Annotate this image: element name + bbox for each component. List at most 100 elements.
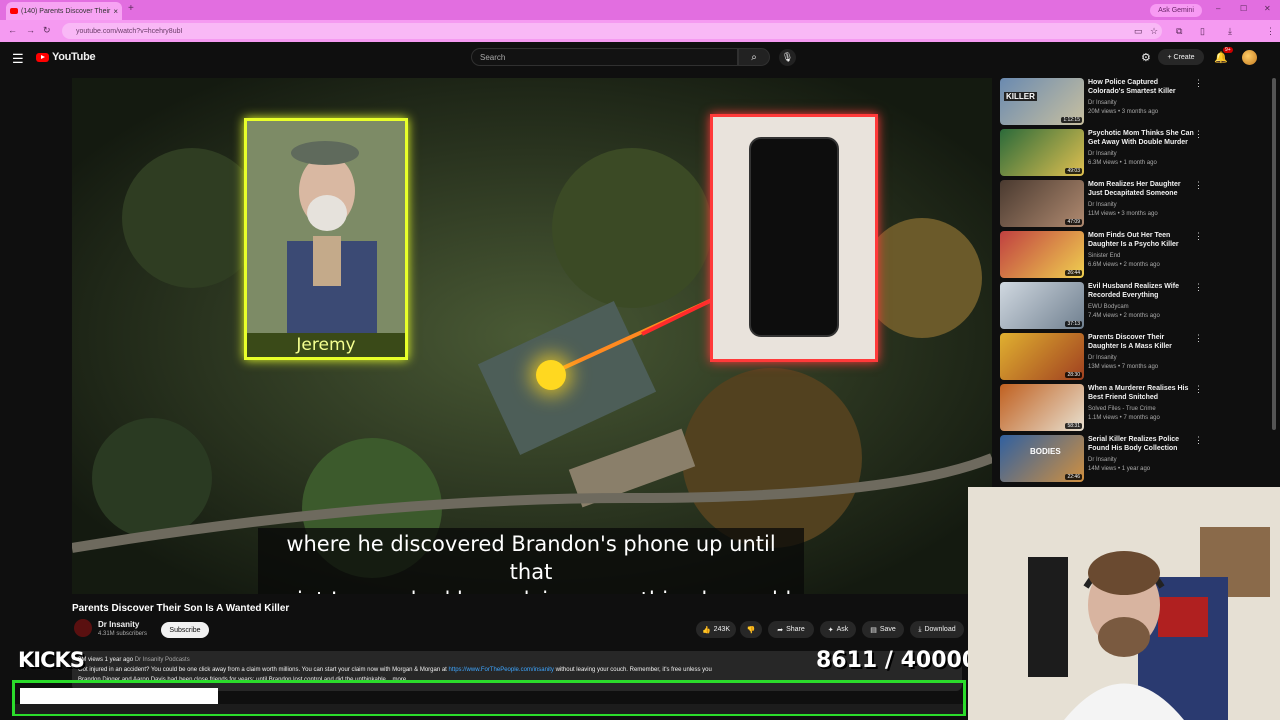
youtube-logo[interactable]: YouTube bbox=[36, 51, 96, 63]
youtube-play-icon bbox=[36, 52, 49, 62]
recommendation-meta: 11M views • 3 months ago bbox=[1088, 211, 1158, 217]
save-button[interactable]: ▤ Save bbox=[862, 621, 904, 638]
recommendation-item[interactable]: 58:31 When a Murderer Realises His Best … bbox=[1000, 384, 1210, 432]
video-duration: 58:31 bbox=[1065, 423, 1082, 429]
bookmark-star-icon[interactable]: ☆ bbox=[1150, 26, 1158, 37]
description-tags[interactable]: Dr Insanity Podcasts bbox=[135, 657, 190, 663]
page-scrollbar[interactable] bbox=[1272, 78, 1276, 430]
share-label: Share bbox=[786, 626, 805, 633]
download-button[interactable]: ⤓ Download bbox=[910, 621, 964, 638]
recommendation-channel[interactable]: Dr Insanity bbox=[1088, 100, 1117, 106]
recommendation-item[interactable]: KILLER 1:12:15 How Police Captured Color… bbox=[1000, 78, 1210, 126]
account-avatar[interactable] bbox=[1242, 50, 1257, 65]
recommendation-channel[interactable]: Dr Insanity bbox=[1088, 151, 1117, 157]
menu-icon[interactable]: ☰ bbox=[12, 51, 24, 67]
view-stats: 2M views 1 year ago bbox=[78, 657, 134, 663]
search-icon[interactable]: ⌕ bbox=[738, 48, 770, 66]
video-thumbnail[interactable]: BODIES 22:46 bbox=[1000, 435, 1084, 482]
extensions-icon[interactable]: ⧉ bbox=[1176, 26, 1182, 37]
video-duration: 47:09 bbox=[1065, 219, 1082, 225]
more-options-icon[interactable]: ⋮ bbox=[1194, 231, 1203, 242]
sidepanel-icon[interactable]: ▯ bbox=[1200, 26, 1205, 37]
dislike-button[interactable]: 👎 bbox=[740, 621, 762, 638]
thumbnail-text: KILLER bbox=[1004, 92, 1037, 101]
recommendation-channel[interactable]: Sinister End bbox=[1088, 253, 1120, 259]
video-thumbnail[interactable]: 47:09 bbox=[1000, 180, 1084, 227]
tab-close-icon[interactable]: × bbox=[113, 7, 118, 16]
search-input[interactable]: Search bbox=[471, 48, 738, 66]
youtube-favicon-icon bbox=[10, 8, 18, 14]
video-thumbnail[interactable]: 58:31 bbox=[1000, 384, 1084, 431]
create-label: Create bbox=[1173, 53, 1195, 61]
video-thumbnail[interactable]: KILLER 1:12:15 bbox=[1000, 78, 1084, 125]
description-line-1: Got injured in an accident? You could be… bbox=[78, 667, 447, 673]
minimize-icon[interactable]: – bbox=[1216, 4, 1220, 13]
recommendation-meta: 6.3M views • 1 month ago bbox=[1088, 160, 1157, 166]
share-icon: ➦ bbox=[777, 626, 784, 634]
settings-gear-icon[interactable]: ⚙ bbox=[1141, 51, 1151, 64]
recommendation-channel[interactable]: EWU Bodycam bbox=[1088, 304, 1129, 310]
recommendation-title[interactable]: How Police Captured Colorado's Smartest … bbox=[1088, 78, 1196, 96]
maximize-icon[interactable]: ☐ bbox=[1240, 4, 1247, 13]
recommendation-item[interactable]: 47:09 Mom Realizes Her Daughter Just Dec… bbox=[1000, 180, 1210, 228]
recommendation-meta: 20M views • 3 months ago bbox=[1088, 109, 1159, 115]
recommendation-channel[interactable]: Dr Insanity bbox=[1088, 202, 1117, 208]
new-tab-button[interactable]: + bbox=[128, 3, 134, 14]
recommendation-item[interactable]: 28:30 Parents Discover Their Daughter Is… bbox=[1000, 333, 1210, 381]
video-thumbnail[interactable]: 28:30 bbox=[1000, 333, 1084, 380]
browser-tab[interactable]: (140) Parents Discover Their × bbox=[6, 2, 122, 20]
forward-icon[interactable]: → bbox=[26, 25, 35, 35]
more-options-icon[interactable]: ⋮ bbox=[1194, 333, 1203, 344]
more-options-icon[interactable]: ⋮ bbox=[1194, 180, 1203, 191]
channel-avatar[interactable] bbox=[74, 619, 92, 637]
create-button[interactable]: + Create bbox=[1158, 49, 1204, 65]
recommendation-title[interactable]: Parents Discover Their Daughter Is A Mas… bbox=[1088, 333, 1196, 351]
recommendation-title[interactable]: Mom Realizes Her Daughter Just Decapitat… bbox=[1088, 180, 1196, 198]
subscribe-button[interactable]: Subscribe bbox=[161, 622, 209, 638]
plus-icon: + bbox=[1167, 53, 1172, 61]
recommendation-title[interactable]: Psychotic Mom Thinks She Can Get Away Wi… bbox=[1088, 129, 1196, 147]
microphone-icon[interactable]: 🎙 bbox=[779, 49, 796, 66]
video-title: Parents Discover Their Son Is A Wanted K… bbox=[72, 603, 290, 614]
cast-icon[interactable]: ▭ bbox=[1134, 26, 1143, 37]
recommendation-item[interactable]: 26:44 Mom Finds Out Her Teen Daughter Is… bbox=[1000, 231, 1210, 279]
reload-icon[interactable]: ↻ bbox=[43, 25, 51, 36]
more-options-icon[interactable]: ⋮ bbox=[1194, 384, 1203, 395]
thumbs-down-icon: 👎 bbox=[746, 626, 756, 634]
description-line-1-end: without leaving your couch. Remember, it… bbox=[555, 667, 712, 673]
notification-count: 9+ bbox=[1223, 47, 1233, 53]
video-thumbnail[interactable]: 49:03 bbox=[1000, 129, 1084, 176]
video-player[interactable]: Jeremy where he discovered Brandon's pho… bbox=[72, 78, 992, 594]
share-button[interactable]: ➦ Share bbox=[768, 621, 814, 638]
recommendation-channel[interactable]: Solved Files - True Crime bbox=[1088, 406, 1156, 412]
browser-menu-icon[interactable]: ⋮ bbox=[1266, 26, 1275, 37]
more-options-icon[interactable]: ⋮ bbox=[1194, 129, 1203, 140]
recommendation-title[interactable]: Serial Killer Realizes Police Found His … bbox=[1088, 435, 1196, 453]
download-arrow-icon: ⤓ bbox=[918, 625, 922, 633]
recommendation-item[interactable]: BODIES 22:46 Serial Killer Realizes Poli… bbox=[1000, 435, 1210, 483]
kicks-counter: 8611 / 40000 bbox=[816, 648, 978, 673]
like-button[interactable]: 👍 243K bbox=[696, 621, 736, 638]
person-label: Jeremy bbox=[247, 333, 405, 357]
back-icon[interactable]: ← bbox=[8, 25, 17, 35]
video-thumbnail[interactable]: 37:13 bbox=[1000, 282, 1084, 329]
more-options-icon[interactable]: ⋮ bbox=[1194, 78, 1203, 89]
recommendation-title[interactable]: When a Murderer Realises His Best Friend… bbox=[1088, 384, 1196, 402]
recommendation-channel[interactable]: Dr Insanity bbox=[1088, 355, 1117, 361]
recommendation-channel[interactable]: Dr Insanity bbox=[1088, 457, 1117, 463]
address-bar[interactable]: youtube.com/watch?v=hcehry8ubI bbox=[62, 23, 1162, 39]
more-options-icon[interactable]: ⋮ bbox=[1194, 282, 1203, 293]
download-icon[interactable]: ⤓ bbox=[1228, 26, 1232, 37]
video-thumbnail[interactable]: 26:44 bbox=[1000, 231, 1084, 278]
channel-name[interactable]: Dr Insanity bbox=[98, 620, 139, 629]
ask-button[interactable]: ✦ Ask bbox=[820, 621, 856, 638]
location-marker bbox=[536, 360, 566, 390]
ask-gemini-button[interactable]: Ask Gemini bbox=[1150, 4, 1202, 17]
recommendation-title[interactable]: Evil Husband Realizes Wife Recorded Ever… bbox=[1088, 282, 1196, 300]
recommendation-item[interactable]: 49:03 Psychotic Mom Thinks She Can Get A… bbox=[1000, 129, 1210, 177]
recommendation-title[interactable]: Mom Finds Out Her Teen Daughter Is a Psy… bbox=[1088, 231, 1196, 249]
recommendation-item[interactable]: 37:13 Evil Husband Realizes Wife Recorde… bbox=[1000, 282, 1210, 330]
more-options-icon[interactable]: ⋮ bbox=[1194, 435, 1203, 446]
close-window-icon[interactable]: ✕ bbox=[1264, 4, 1271, 13]
sponsor-link[interactable]: https://www.ForThePeople.com/insanity bbox=[449, 667, 554, 673]
